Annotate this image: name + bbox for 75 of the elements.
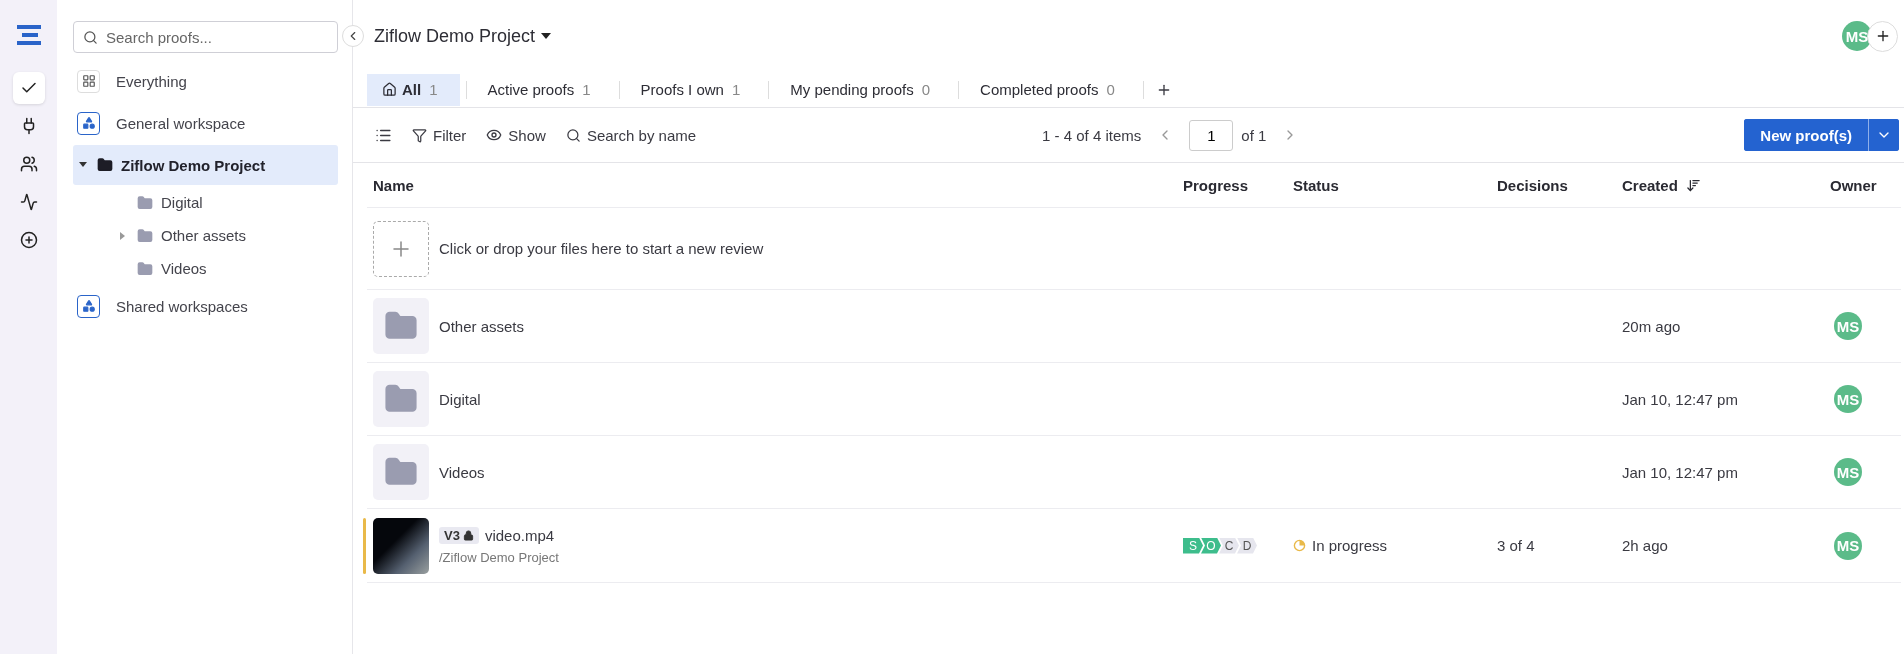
- tree-item[interactable]: General workspace: [73, 103, 338, 143]
- created-date: Jan 10, 12:47 pm: [1622, 390, 1739, 408]
- search-icon: [83, 29, 98, 45]
- tab[interactable]: My pending proofs 0: [775, 73, 953, 106]
- tab[interactable]: Proofs I own 1: [625, 73, 763, 106]
- tree-item[interactable]: Ziflow Demo Project: [73, 145, 338, 185]
- search-input[interactable]: Search proofs...: [104, 27, 328, 47]
- folder-name[interactable]: Other assets: [439, 317, 525, 335]
- created-date: 2h ago: [1622, 537, 1669, 554]
- shapes-glyph-icon: [81, 299, 96, 313]
- plus-circle-icon: [19, 231, 38, 249]
- filter-icon: [412, 127, 427, 143]
- tree-item[interactable]: Digital: [73, 187, 338, 218]
- tab[interactable]: Completed proofs 0: [965, 73, 1137, 106]
- users-icon: [19, 155, 38, 173]
- shapes-glyph-icon: [81, 116, 96, 130]
- tab[interactable]: All 1: [367, 73, 460, 106]
- tree-item[interactable]: Other assets: [73, 220, 338, 251]
- upload-hint: Click or drop your files here to start a new review: [439, 240, 764, 257]
- collapse-button[interactable]: [342, 25, 364, 47]
- add-button[interactable]: [1867, 20, 1898, 52]
- status-bar: [363, 517, 366, 574]
- search-button[interactable]: Search by name: [565, 126, 697, 144]
- stage-tag: D: [1237, 537, 1257, 554]
- folder-icon: [137, 194, 153, 211]
- project-title[interactable]: Ziflow Demo Project: [374, 25, 552, 47]
- decisions-count: 3 of 4: [1497, 537, 1536, 554]
- file-name[interactable]: video.mp4: [484, 526, 555, 544]
- search-field[interactable]: Search proofs...: [73, 21, 338, 53]
- created-date: Jan 10, 12:47 pm: [1622, 463, 1739, 481]
- owner-avatar: MS: [1834, 531, 1862, 560]
- tree-item[interactable]: Shared workspaces: [73, 286, 338, 326]
- folder-icon: [137, 260, 153, 277]
- caret-down-icon: [541, 33, 552, 39]
- page-count: of 1: [1241, 126, 1267, 144]
- chart-line-icon: [19, 193, 38, 211]
- folder-name[interactable]: Digital: [439, 390, 481, 408]
- page-input[interactable]: 1: [1189, 119, 1234, 151]
- version-badge: V3: [439, 526, 479, 544]
- folder-name[interactable]: Videos: [439, 463, 485, 481]
- stage-tag: S: [1183, 537, 1203, 554]
- column-header[interactable]: Status: [1293, 176, 1497, 194]
- pie-icon: [1293, 539, 1306, 552]
- folder-icon: [137, 227, 153, 244]
- logo-icon[interactable]: [15, 22, 42, 48]
- owner-avatar: MS: [1834, 458, 1862, 486]
- eye-icon: [486, 127, 503, 143]
- column-header[interactable]: Owner: [1830, 176, 1901, 194]
- dropdown-button[interactable]: [1868, 119, 1899, 151]
- column-header[interactable]: Name: [373, 176, 1183, 194]
- grid-glyph-icon: [81, 74, 96, 88]
- owner-avatar: MS: [1834, 312, 1862, 340]
- tab[interactable]: Active proofs 1: [472, 73, 613, 106]
- column-header[interactable]: Decisions: [1497, 176, 1622, 194]
- status-label: In progress: [1293, 537, 1497, 554]
- column-header[interactable]: Created: [1622, 176, 1830, 194]
- filter-button[interactable]: Filter: [412, 126, 467, 144]
- folder-icon: [97, 157, 113, 173]
- column-header[interactable]: Progress: [1183, 176, 1293, 194]
- item-range: 1 - 4 of 4 items: [1042, 126, 1142, 144]
- file-path: /Ziflow Demo Project: [439, 549, 559, 565]
- sort-icon: [1685, 177, 1701, 193]
- stage-tag: O: [1201, 537, 1221, 554]
- tree-item[interactable]: Everything: [73, 61, 338, 101]
- caret-right-icon: [120, 231, 126, 240]
- stage-tag: C: [1219, 537, 1239, 554]
- show-button[interactable]: Show: [486, 126, 546, 144]
- owner-avatar: MS: [1834, 385, 1862, 413]
- search-icon: [565, 127, 581, 143]
- tree-item[interactable]: Videos: [73, 253, 338, 284]
- home-icon: [382, 82, 397, 97]
- photo-placeholder: [373, 517, 429, 574]
- lock-icon: [462, 529, 474, 541]
- caret-down-icon: [79, 162, 87, 168]
- created-date: 20m ago: [1622, 317, 1682, 335]
